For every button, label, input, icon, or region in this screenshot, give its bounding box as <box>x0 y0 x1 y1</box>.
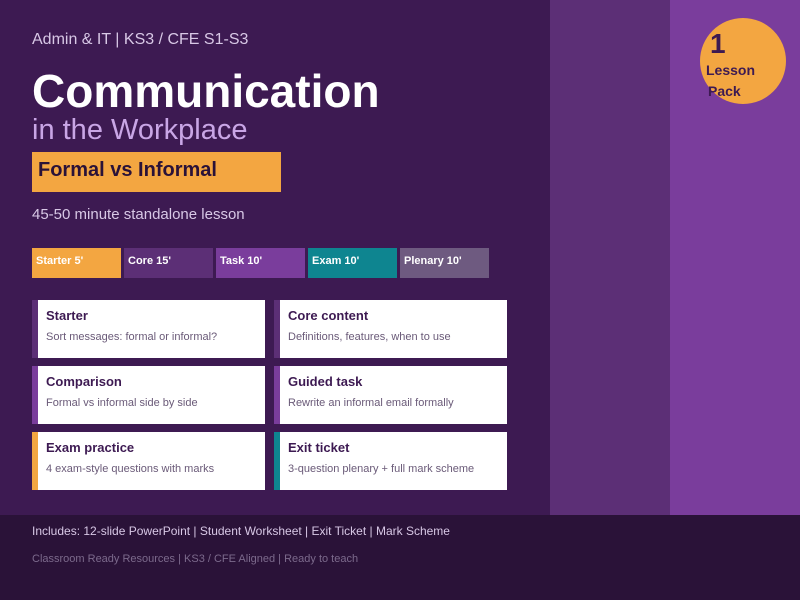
lesson-pack-badge: 1 Lesson Pack <box>700 18 786 104</box>
footer: Includes: 12-slide PowerPoint | Student … <box>0 515 800 600</box>
card-title: Starter <box>46 308 88 323</box>
card-title: Core content <box>288 308 369 323</box>
card-core-content: Core content Definitions, features, when… <box>274 300 507 358</box>
card-accent-bar <box>274 366 280 424</box>
timeline-segment-core: Core 15' <box>124 248 213 278</box>
footer-includes: Includes: 12-slide PowerPoint | Student … <box>32 524 450 538</box>
card-description: Formal vs informal side by side <box>46 397 198 409</box>
timeline-segment-plenary: Plenary 10' <box>400 248 489 278</box>
card-comparison: Comparison Formal vs informal side by si… <box>32 366 265 424</box>
badge-number: 1 <box>710 28 726 59</box>
card-title: Exit ticket <box>288 440 350 455</box>
card-accent-bar <box>274 432 280 490</box>
page-title: Communication <box>32 65 380 117</box>
timeline-segment-exam: Exam 10' <box>308 248 397 278</box>
footer-tagline: Classroom Ready Resources | KS3 / CFE Al… <box>32 553 359 565</box>
card-description: Definitions, features, when to use <box>288 331 451 343</box>
card-title: Comparison <box>46 374 122 389</box>
card-description: Rewrite an informal email formally <box>288 397 454 409</box>
breadcrumb: Admin & IT | KS3 / CFE S1-S3 <box>32 31 249 48</box>
card-title: Guided task <box>288 374 363 389</box>
card-description: 4 exam-style questions with marks <box>46 463 215 475</box>
card-accent-bar <box>32 366 38 424</box>
card-starter: Starter Sort messages: formal or informa… <box>32 300 265 358</box>
lesson-duration: 45-50 minute standalone lesson <box>32 206 245 223</box>
badge-label-pack: Pack <box>708 83 741 99</box>
card-exam-practice: Exam practice 4 exam-style questions wit… <box>32 432 265 490</box>
card-description: 3-question plenary + full mark scheme <box>288 463 475 475</box>
card-description: Sort messages: formal or informal? <box>46 331 218 343</box>
background-middle-stripe <box>550 0 670 515</box>
card-accent-bar <box>32 300 38 358</box>
page-subtitle: in the Workplace <box>32 114 248 146</box>
topic-banner: Formal vs Informal <box>32 152 281 192</box>
card-guided-task: Guided task Rewrite an informal email fo… <box>274 366 507 424</box>
timeline-segment-starter: Starter 5' <box>32 248 121 278</box>
card-accent-bar <box>274 300 280 358</box>
card-accent-bar <box>32 432 38 490</box>
card-title: Exam practice <box>46 440 135 455</box>
badge-label-lesson: Lesson <box>706 62 756 78</box>
card-exit-ticket: Exit ticket 3-question plenary + full ma… <box>274 432 507 490</box>
timeline-segment-task: Task 10' <box>216 248 305 278</box>
